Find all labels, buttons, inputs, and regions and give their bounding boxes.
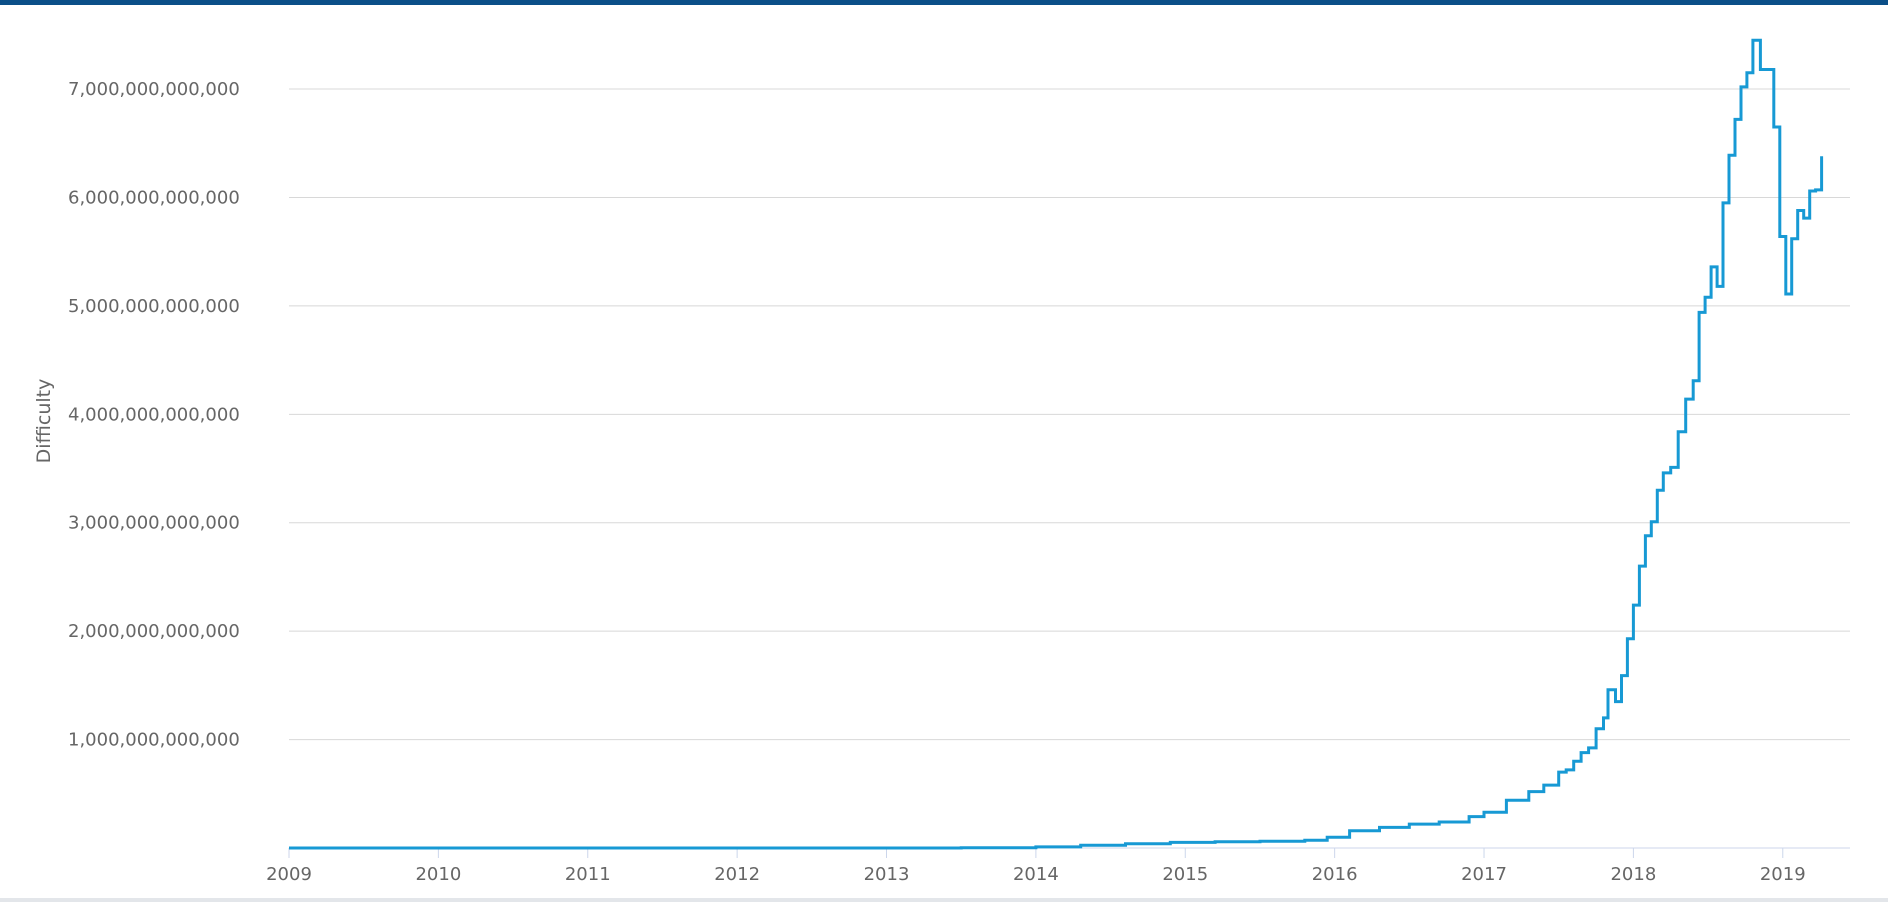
x-tick-label: 2015: [1162, 864, 1208, 885]
y-tick-label: 6,000,000,000,000: [68, 187, 240, 208]
difficulty-series-line: [289, 38, 1824, 850]
y-gridlines: [289, 88, 1850, 741]
y-tick-label: 3,000,000,000,000: [68, 513, 240, 534]
x-tick-label: 2016: [1312, 864, 1358, 885]
y-tick-label: 5,000,000,000,000: [68, 296, 240, 317]
x-tick-label: 2009: [266, 864, 312, 885]
y-axis-title: Difficulty: [33, 379, 55, 464]
y-tick-label: 4,000,000,000,000: [68, 404, 240, 425]
x-tick-label: 2010: [415, 864, 461, 885]
difficulty-line-chart: 1,000,000,000,000 2,000,000,000,000 3,000,…: [33, 38, 1850, 885]
y-tick-label: 2,000,000,000,000: [68, 621, 240, 642]
y-tick-label: 1,000,000,000,000: [68, 730, 240, 751]
x-tick-label: 2018: [1610, 864, 1656, 885]
y-axis-tick-labels: 1,000,000,000,000 2,000,000,000,000 3,000,…: [68, 79, 240, 751]
y-tick-label: 7,000,000,000,000: [68, 79, 240, 100]
x-tick-label: 2012: [714, 864, 760, 885]
x-tick-label: 2011: [565, 864, 611, 885]
x-tick-label: 2014: [1013, 864, 1059, 885]
x-axis-tick-labels: 2009 2010 2011 2012 2013 2014 2015 2016 2017 2018…: [266, 864, 1806, 885]
x-tick-label: 2017: [1461, 864, 1507, 885]
x-tick-label: 2013: [864, 864, 910, 885]
bottom-rule: [0, 898, 1888, 902]
x-tick-label: 2019: [1760, 864, 1806, 885]
